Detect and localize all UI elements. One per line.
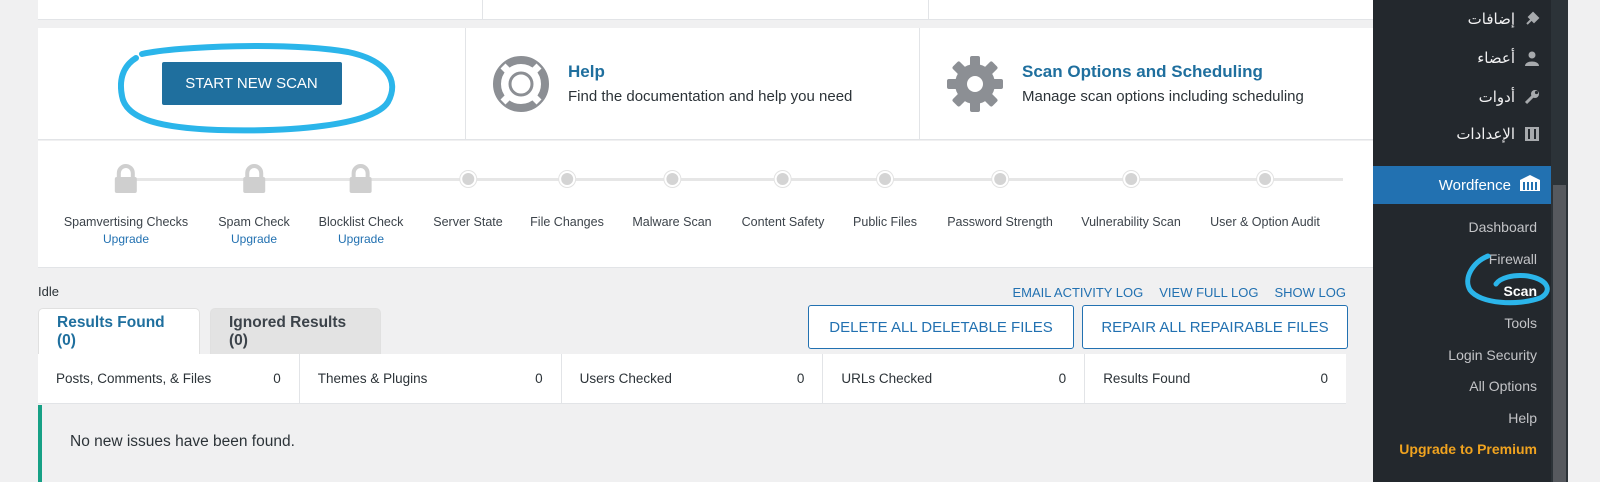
scrollbar-thumb[interactable] — [1553, 185, 1566, 482]
stage-10: User & Option Audit — [1210, 163, 1320, 229]
tab-ignored-results[interactable]: Ignored Results (0) — [210, 308, 381, 354]
right-gutter — [1568, 0, 1600, 482]
submenu-firewall[interactable]: Firewall — [1489, 251, 1537, 267]
stage-label: Public Files — [853, 215, 917, 229]
gear-icon — [946, 55, 1004, 113]
current-menu-arrow — [0, 178, 7, 194]
stage-dot — [853, 163, 917, 195]
user-icon — [1523, 49, 1541, 67]
summary-cell: Posts, Comments, & Files 0 — [38, 354, 300, 403]
view-full-log-link[interactable]: VIEW FULL LOG — [1159, 285, 1258, 300]
submenu-scan[interactable]: Scan — [1504, 283, 1537, 299]
stage-8: Password Strength — [947, 163, 1053, 229]
admin-sidebar: إضافات أعضاء أدوات الإعدادات Wordfence D… — [1373, 0, 1551, 482]
tab-results-found[interactable]: Results Found (0) — [38, 308, 200, 354]
wordfence-icon — [1519, 174, 1541, 196]
stage-5: Malware Scan — [632, 163, 712, 229]
stage-0: Spamvertising Checks Upgrade — [64, 163, 188, 246]
help-cell[interactable]: Help Find the documentation and help you… — [466, 28, 920, 139]
stage-upgrade-link[interactable]: Upgrade — [319, 232, 404, 246]
stage-3: Server State — [433, 163, 503, 229]
top-panel-cutoff — [38, 0, 1373, 20]
stage-upgrade-link[interactable]: Upgrade — [218, 232, 290, 246]
life-ring-icon — [492, 55, 550, 113]
summary-cell: Themes & Plugins 0 — [300, 354, 562, 403]
sidebar-item-wordfence[interactable]: Wordfence — [1373, 166, 1551, 204]
stage-1: Spam Check Upgrade — [218, 163, 290, 246]
stage-4: File Changes — [530, 163, 604, 229]
stage-dot — [947, 163, 1053, 195]
submenu-login-security[interactable]: Login Security — [1448, 347, 1537, 363]
stage-label: Spamvertising Checks — [63, 215, 189, 229]
stage-label: Spam Check — [218, 215, 290, 229]
log-links: EMAIL ACTIVITY LOG VIEW FULL LOG SHOW LO… — [1013, 285, 1347, 300]
results-tabs: Results Found (0) Ignored Results (0) — [38, 308, 381, 354]
stage-dot — [632, 163, 711, 195]
submenu-dashboard[interactable]: Dashboard — [1469, 219, 1538, 235]
settings-icon — [1523, 125, 1541, 143]
stage-label: Malware Scan — [632, 215, 712, 229]
show-log-link[interactable]: SHOW LOG — [1274, 285, 1346, 300]
start-scan-cell: START NEW SCAN — [38, 28, 466, 139]
bulk-actions: DELETE ALL DELETABLE FILES REPAIR ALL RE… — [808, 305, 1348, 349]
scan-status: Idle — [38, 284, 59, 299]
sidebar-item-plugins[interactable]: إضافات — [1468, 10, 1541, 28]
stage-label: Server State — [433, 215, 503, 229]
stage-label: File Changes — [530, 215, 604, 229]
stage-label: User & Option Audit — [1210, 215, 1320, 229]
lock-icon — [64, 163, 188, 195]
stage-label: Password Strength — [947, 215, 1053, 229]
scan-actions-row: START NEW SCAN Help Find the documentati… — [38, 28, 1373, 140]
stage-dot — [530, 163, 604, 195]
scan-summary: Posts, Comments, & Files 0 Themes & Plugi… — [38, 354, 1346, 404]
lock-icon — [218, 163, 290, 195]
start-new-scan-button[interactable]: START NEW SCAN — [161, 62, 342, 105]
submenu-help[interactable]: Help — [1508, 410, 1537, 426]
wrench-icon — [1523, 88, 1541, 106]
stage-upgrade-link[interactable]: Upgrade — [64, 232, 188, 246]
scan-options-cell[interactable]: Scan Options and Scheduling Manage scan … — [920, 28, 1373, 139]
sidebar-item-users[interactable]: أعضاء — [1477, 49, 1541, 67]
stage-dot — [1210, 163, 1320, 195]
help-description: Find the documentation and help you need — [568, 88, 853, 105]
submenu-tools[interactable]: Tools — [1504, 315, 1537, 331]
stage-9: Vulnerability Scan — [1081, 163, 1181, 229]
stage-dot — [1081, 163, 1181, 195]
summary-cell: Results Found 0 — [1103, 371, 1328, 386]
stage-2: Blocklist Check Upgrade — [318, 163, 404, 246]
sidebar-item-settings[interactable]: الإعدادات — [1456, 125, 1541, 143]
scan-options-title[interactable]: Scan Options and Scheduling — [1022, 62, 1304, 82]
stage-7: Public Files — [853, 163, 917, 229]
stage-dot — [433, 163, 502, 195]
summary-cell: Users Checked 0 — [562, 354, 824, 403]
scan-options-description: Manage scan options including scheduling — [1022, 88, 1304, 105]
plugin-icon — [1523, 10, 1541, 28]
email-activity-log-link[interactable]: EMAIL ACTIVITY LOG — [1013, 285, 1144, 300]
sidebar-item-tools[interactable]: أدوات — [1479, 88, 1541, 106]
issues-message: No new issues have been found. — [38, 405, 1346, 482]
stage-6: Content Safety — [741, 163, 825, 229]
submenu-upgrade-premium[interactable]: Upgrade to Premium — [1399, 441, 1537, 457]
scan-stages: Spamvertising Checks Upgrade Spam Check Upg… — [38, 141, 1373, 268]
stage-label: Blocklist Check — [318, 215, 404, 229]
help-title[interactable]: Help — [568, 62, 852, 82]
stage-label: Content Safety — [741, 215, 825, 229]
lock-icon — [319, 163, 404, 195]
summary-cell: URLs Checked 0 — [823, 354, 1086, 403]
stage-dot — [742, 163, 825, 195]
repair-all-repairable-button[interactable]: REPAIR ALL REPAIRABLE FILES — [1082, 305, 1348, 349]
submenu-all-options[interactable]: All Options — [1469, 378, 1537, 394]
delete-all-deletable-button[interactable]: DELETE ALL DELETABLE FILES — [808, 305, 1074, 349]
stage-label: Vulnerability Scan — [1081, 215, 1181, 229]
